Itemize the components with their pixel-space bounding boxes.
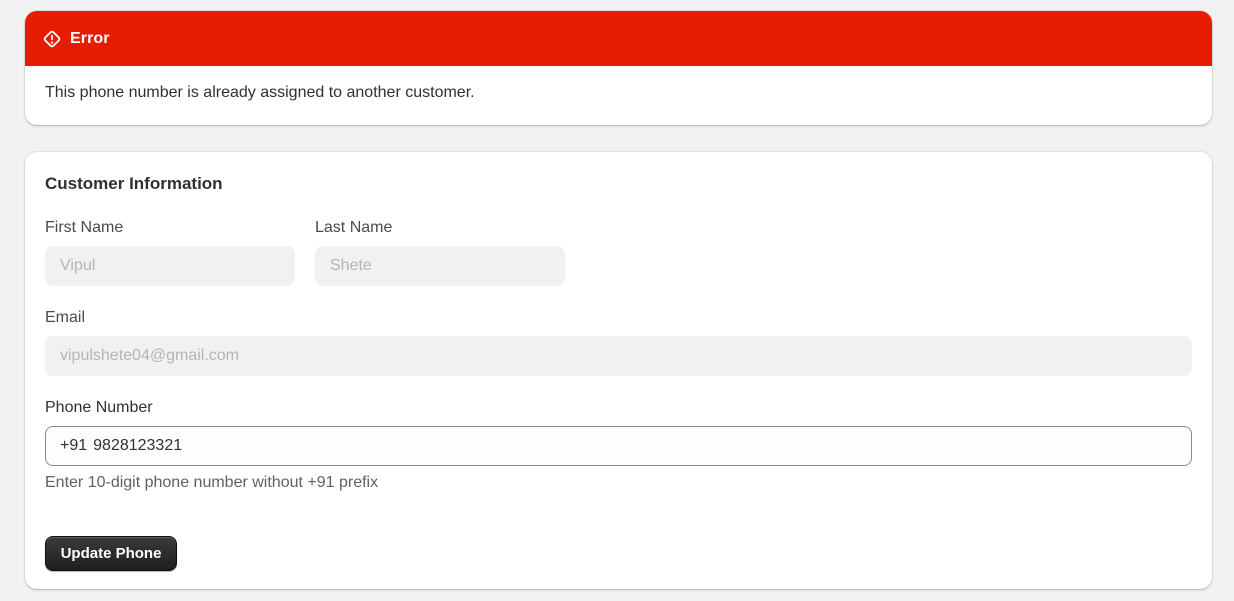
section-title: Customer Information (45, 174, 223, 193)
error-banner-header: Error (25, 11, 1212, 66)
phone-number-field[interactable]: +91 (45, 426, 1192, 466)
error-title: Error (70, 29, 110, 47)
update-phone-button[interactable]: Update Phone (45, 536, 177, 571)
phone-number-input[interactable] (93, 437, 1191, 455)
phone-prefix: +91 (60, 437, 88, 454)
last-name-label: Last Name (315, 219, 393, 236)
email-label: Email (45, 309, 86, 326)
last-name-field: Shete (315, 246, 565, 286)
phone-help-text: Enter 10-digit phone number without +91 … (45, 474, 379, 491)
phone-number-label: Phone Number (45, 399, 153, 416)
error-message: This phone number is already assigned to… (45, 84, 475, 101)
customer-information-card: Customer Information First Name Vipul La… (25, 152, 1212, 589)
first-name-field: Vipul (45, 246, 295, 286)
alert-diamond-icon (42, 29, 62, 49)
error-banner: Error This phone number is already assig… (25, 11, 1212, 125)
email-field: vipulshete04@gmail.com (45, 336, 1192, 376)
first-name-label: First Name (45, 219, 124, 236)
